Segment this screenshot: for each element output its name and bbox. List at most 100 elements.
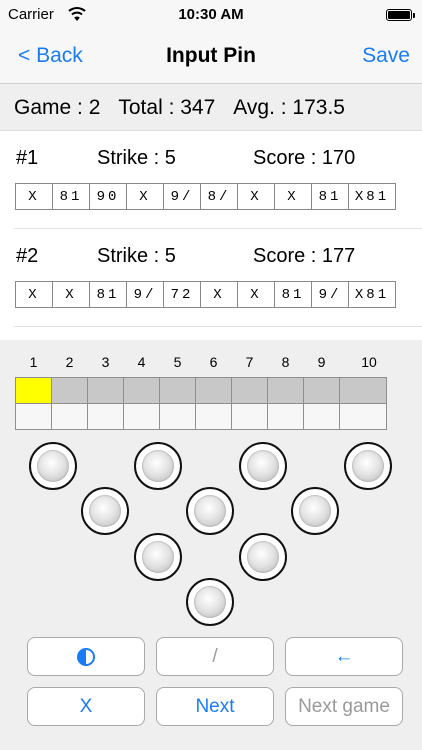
frame-result-cell [339, 403, 387, 430]
frame-number: 1 [29, 354, 38, 370]
pin-8-button[interactable] [134, 442, 182, 490]
frame-number: 2 [65, 354, 74, 370]
frame-cell: X [237, 183, 275, 210]
frame-cell: 81 [311, 183, 349, 210]
frame-cell: 81 [52, 183, 90, 210]
game-count: Game : 2 [14, 95, 101, 119]
frame-cell: 8/ [200, 183, 238, 210]
strike-count: Strike : 5 [97, 147, 176, 169]
pin-icon [37, 450, 69, 482]
battery-icon [386, 9, 415, 21]
pin-icon [194, 495, 226, 527]
frame-result-cell [15, 403, 52, 430]
frame-number: 10 [361, 354, 377, 370]
frame-cell: X [15, 281, 53, 308]
pin-5-button[interactable] [186, 487, 234, 535]
frame-number: 7 [245, 354, 254, 370]
pin-icon [194, 586, 226, 618]
half-circle-icon [77, 647, 95, 666]
half-toggle-button[interactable] [27, 637, 145, 676]
frame-number-header: 1 2 3 4 5 6 7 8 9 10 [15, 354, 395, 374]
frame-cell: X [274, 183, 312, 210]
frame-selector [15, 377, 387, 430]
frame-number: 4 [137, 354, 146, 370]
frame-result-cell [51, 403, 88, 430]
frame-result-cell [159, 403, 196, 430]
frame-number: 8 [281, 354, 290, 370]
pin-icon [89, 495, 121, 527]
frame-result-cell [303, 403, 340, 430]
frame-result-cell [87, 403, 124, 430]
next-game-button[interactable]: Next game [285, 687, 403, 726]
pin-input-panel: 1 2 3 4 5 6 7 8 9 10 / ← X Next Next gam… [0, 340, 422, 750]
frame-cell: X [237, 281, 275, 308]
game-score: Score : 170 [253, 147, 356, 169]
pin-3-button[interactable] [239, 533, 287, 581]
pin-icon [142, 450, 174, 482]
frame-selector-cell[interactable] [339, 377, 387, 404]
game-row[interactable]: #2 Strike : 5 Score : 177 X X 81 9/ 72 X… [0, 229, 422, 327]
frame-number: 5 [173, 354, 182, 370]
game-number: #1 [16, 147, 39, 169]
frame-selector-cell[interactable] [159, 377, 196, 404]
pin-2-button[interactable] [134, 533, 182, 581]
frame-selector-cell[interactable] [231, 377, 268, 404]
status-time: 10:30 AM [178, 6, 244, 23]
game-row[interactable]: #1 Strike : 5 Score : 170 X 81 90 X 9/ 8… [0, 131, 422, 229]
game-score: Score : 177 [253, 245, 356, 267]
spare-button[interactable]: / [156, 637, 274, 676]
row-divider [14, 326, 422, 327]
frame-selector-cell[interactable] [123, 377, 160, 404]
average-score: Avg. : 173.5 [233, 95, 345, 119]
frame-result-cell [231, 403, 268, 430]
frame-cell: 9/ [311, 281, 349, 308]
page-title: Input Pin [166, 44, 256, 67]
frame-selector-cell[interactable] [87, 377, 124, 404]
frame-selector-cell-active[interactable] [15, 377, 52, 404]
pin-6-button[interactable] [291, 487, 339, 535]
pin-7-button[interactable] [29, 442, 77, 490]
frame-cell: 81 [274, 281, 312, 308]
game-summary: Game : 2 Total : 347 Avg. : 173.5 [0, 85, 422, 131]
pin-icon [247, 450, 279, 482]
pin-icon [352, 450, 384, 482]
pin-icon [142, 541, 174, 573]
frame-cell: X81 [348, 281, 396, 308]
frame-cell: 81 [89, 281, 127, 308]
frame-cell: 9/ [126, 281, 164, 308]
navigation-bar: < Back Input Pin Save [0, 30, 422, 84]
game-list: #1 Strike : 5 Score : 170 X 81 90 X 9/ 8… [0, 131, 422, 340]
frame-number: 3 [101, 354, 110, 370]
save-button[interactable]: Save [362, 44, 410, 68]
frame-scores: X X 81 9/ 72 X X 81 9/ X81 [15, 281, 396, 308]
frame-selector-cell[interactable] [51, 377, 88, 404]
pin-9-button[interactable] [239, 442, 287, 490]
strike-count: Strike : 5 [97, 245, 176, 267]
frame-selector-cell[interactable] [267, 377, 304, 404]
pin-4-button[interactable] [81, 487, 129, 535]
frame-cell: 90 [89, 183, 127, 210]
frame-scores: X 81 90 X 9/ 8/ X X 81 X81 [15, 183, 396, 210]
pin-10-button[interactable] [344, 442, 392, 490]
status-bar: Carrier 10:30 AM [0, 0, 422, 30]
frame-number: 9 [317, 354, 326, 370]
total-score: Total : 347 [118, 95, 216, 119]
frame-result-cell [195, 403, 232, 430]
frame-result-cell [267, 403, 304, 430]
frame-cell: 9/ [163, 183, 201, 210]
frame-selector-cell[interactable] [195, 377, 232, 404]
frame-selector-cell[interactable] [303, 377, 340, 404]
pin-icon [299, 495, 331, 527]
frame-cell: X [52, 281, 90, 308]
game-number: #2 [16, 245, 39, 267]
frame-cell: 72 [163, 281, 201, 308]
strike-button[interactable]: X [27, 687, 145, 726]
pin-icon [247, 541, 279, 573]
pin-1-button[interactable] [186, 578, 234, 626]
next-button[interactable]: Next [156, 687, 274, 726]
frame-number: 6 [209, 354, 218, 370]
frame-cell: X81 [348, 183, 396, 210]
frame-cell: X [126, 183, 164, 210]
frame-result-cell [123, 403, 160, 430]
backspace-button[interactable]: ← [285, 637, 403, 676]
